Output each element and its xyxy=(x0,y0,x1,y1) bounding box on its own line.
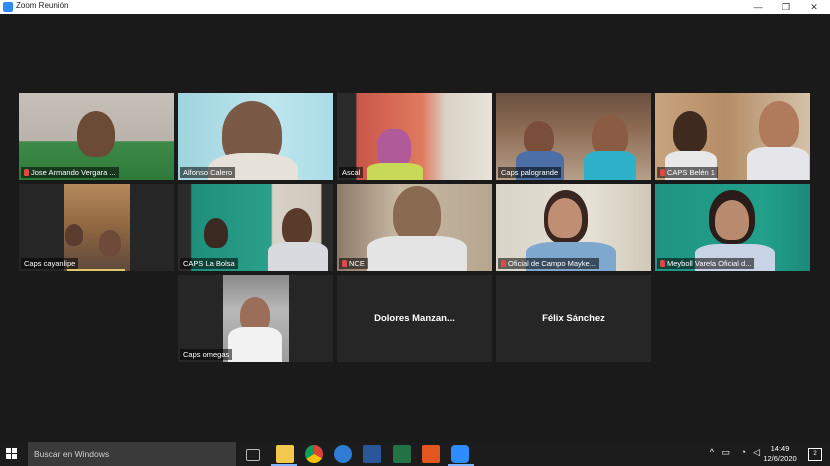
maximize-button[interactable]: ❐ xyxy=(772,0,800,14)
video-tile-no-video[interactable]: Dolores Manzan... xyxy=(337,275,492,362)
participant-name: CAPS Belén 1 xyxy=(657,167,718,178)
network-icon[interactable]: ◔ xyxy=(741,447,746,457)
battery-icon[interactable]: ▭ xyxy=(721,447,730,458)
time: 14:49 xyxy=(770,444,790,453)
participant-name: CAPS La Bolsa xyxy=(180,258,238,269)
video-tile[interactable]: Alfonso Calero xyxy=(178,93,333,180)
participant-name: Caps palogrande xyxy=(498,167,562,178)
video-tile[interactable]: CAPS Belén 1 xyxy=(655,93,810,180)
video-tile[interactable]: NCE xyxy=(337,184,492,271)
muted-mic-icon xyxy=(342,260,347,267)
date: 12/6/2020 xyxy=(763,454,797,463)
file-explorer-icon[interactable] xyxy=(276,445,294,463)
participant-name: Meyboll Varela Oficial d... xyxy=(657,258,755,269)
taskbar-search-box[interactable]: Buscar en Windows xyxy=(28,442,236,466)
title-bar: Zoom Reunión — ❐ ✕ xyxy=(0,0,830,14)
participant-name-centered: Dolores Manzan... xyxy=(337,275,492,362)
zoom-app-icon xyxy=(3,2,13,12)
windows-start-icon[interactable] xyxy=(6,448,18,460)
gallery-view: Jose Armando Vergara ... Alfonso Calero … xyxy=(0,14,830,442)
chevron-up-icon[interactable]: ^ xyxy=(710,447,714,457)
excel-icon[interactable] xyxy=(393,445,411,463)
video-tile[interactable]: Jose Armando Vergara ... xyxy=(19,93,174,180)
participant-name: NCE xyxy=(339,258,368,269)
muted-mic-icon xyxy=(24,169,29,176)
video-tile[interactable]: Caps omegas xyxy=(178,275,333,362)
video-tile[interactable]: Meyboll Varela Oficial d... xyxy=(655,184,810,271)
participant-name: Caps cayanlipe xyxy=(21,258,79,269)
notifications-icon[interactable]: 2 xyxy=(808,448,822,461)
chrome-icon[interactable] xyxy=(305,445,323,463)
minimize-button[interactable]: — xyxy=(744,0,772,14)
video-tile-no-video[interactable]: Félix Sánchez xyxy=(496,275,651,362)
participant-name: Caps omegas xyxy=(180,349,233,360)
volume-icon[interactable]: ◁ xyxy=(753,447,760,458)
muted-mic-icon xyxy=(660,169,665,176)
video-tile[interactable]: Oficial de Campo Mayke... xyxy=(496,184,651,271)
participant-name: Jose Armando Vergara ... xyxy=(21,167,119,178)
participant-name: Oficial de Campo Mayke... xyxy=(498,258,599,269)
edge-icon[interactable] xyxy=(334,445,352,463)
window-title: Zoom Reunión xyxy=(16,1,69,10)
muted-mic-icon xyxy=(501,260,506,267)
zoom-icon[interactable] xyxy=(451,445,469,463)
windows-taskbar: Buscar en Windows ^ ▭ ◔ ◁ 14:49 12/6/202… xyxy=(0,442,830,466)
participant-name: Ascal xyxy=(339,167,364,178)
video-tile[interactable]: Ascal xyxy=(337,93,492,180)
office-icon[interactable] xyxy=(422,445,440,463)
video-tile[interactable]: CAPS La Bolsa xyxy=(178,184,333,271)
task-view-icon[interactable] xyxy=(246,449,260,461)
close-button[interactable]: ✕ xyxy=(800,0,828,14)
video-tile-active-speaker[interactable]: Caps palogrande xyxy=(496,93,651,180)
muted-mic-icon xyxy=(660,260,665,267)
video-tile[interactable]: Caps cayanlipe xyxy=(19,184,174,271)
search-placeholder: Buscar en Windows xyxy=(34,449,110,459)
participant-name-centered: Félix Sánchez xyxy=(496,275,651,362)
participant-name: Alfonso Calero xyxy=(180,167,236,178)
word-icon[interactable] xyxy=(363,445,381,463)
clock[interactable]: 14:49 12/6/2020 xyxy=(760,444,800,464)
